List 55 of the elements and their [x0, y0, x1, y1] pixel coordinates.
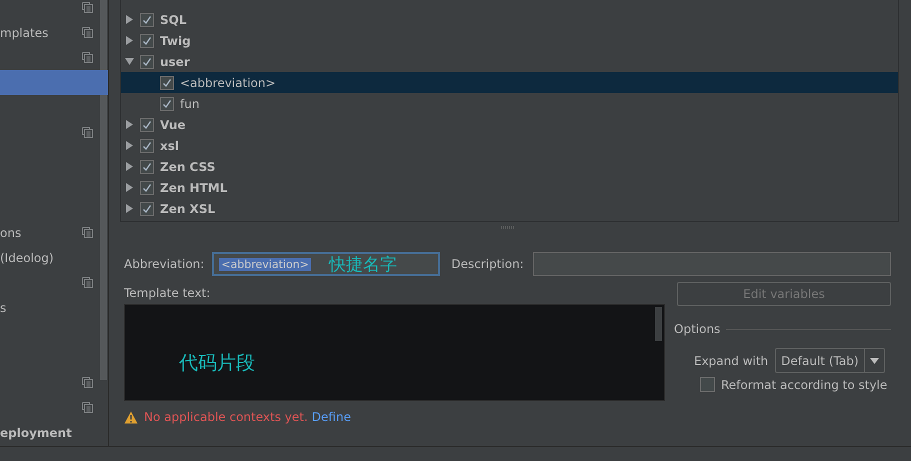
selected-row[interactable]: <abbreviation>: [121, 72, 898, 93]
expand-arrow-icon[interactable]: [125, 183, 134, 192]
checkbox[interactable]: [160, 76, 174, 90]
splitter-handle-icon[interactable]: [500, 226, 514, 228]
group-label[interactable]: SQL: [160, 12, 186, 26]
checkbox[interactable]: [140, 160, 154, 174]
description-label: Description:: [451, 257, 524, 271]
checkbox[interactable]: [140, 118, 154, 132]
expand-with-label: Expand with: [694, 354, 768, 368]
selected-text: <abbreviation>: [219, 258, 311, 270]
checkbox[interactable]: [160, 96, 174, 110]
checkbox[interactable]: [700, 377, 715, 392]
sidebar-item[interactable]: (Ideolog): [0, 250, 54, 264]
sidebar-item[interactable]: mplates: [0, 26, 48, 40]
warning-message: No applicable contexts yet.: [144, 410, 308, 424]
annotation-text: 代码片段: [179, 350, 255, 376]
description-field[interactable]: [532, 252, 891, 276]
checkbox[interactable]: [140, 202, 154, 216]
sidebar-item[interactable]: eployment: [0, 426, 72, 440]
checkbox[interactable]: [140, 54, 154, 68]
reformat-label[interactable]: Reformat according to style: [721, 378, 888, 392]
checkbox[interactable]: [140, 12, 154, 26]
expand-arrow-icon[interactable]: [125, 141, 134, 150]
template-editor[interactable]: 代码片段: [124, 304, 665, 401]
group-label[interactable]: xsl: [160, 138, 179, 152]
scrollbar-thumb[interactable]: [100, 0, 107, 380]
expand-arrow-icon[interactable]: [125, 204, 134, 213]
warning-icon: [124, 410, 138, 424]
group-label[interactable]: Zen HTML: [160, 180, 228, 194]
sidebar-item[interactable]: ons: [0, 226, 22, 240]
collapse-arrow-icon[interactable]: [125, 57, 134, 66]
expand-arrow-icon[interactable]: [125, 15, 134, 24]
abbreviation-label: Abbreviation:: [124, 257, 204, 271]
expand-with-dropdown[interactable]: Default (Tab): [775, 348, 884, 373]
define-link[interactable]: Define: [312, 410, 351, 424]
group-label[interactable]: Zen CSS: [160, 160, 216, 174]
template-label[interactable]: fun: [180, 96, 200, 110]
sidebar-item[interactable]: s: [0, 300, 6, 314]
expand-arrow-icon[interactable]: [125, 120, 134, 129]
abbreviation-field[interactable]: <abbreviation> 快捷名字: [212, 252, 440, 276]
checkbox[interactable]: [140, 138, 154, 152]
scrollbar-thumb[interactable]: [655, 307, 662, 341]
template-text-label: Template text:: [124, 286, 212, 300]
dropdown-arrow-icon: [870, 358, 878, 364]
group-label[interactable]: Twig: [160, 34, 191, 48]
checkbox[interactable]: [140, 180, 154, 194]
expand-arrow-icon[interactable]: [125, 162, 134, 171]
group-label[interactable]: Vue: [160, 118, 186, 132]
group-label[interactable]: Zen XSL: [160, 202, 216, 216]
checkbox[interactable]: [140, 34, 154, 48]
template-label[interactable]: <abbreviation>: [180, 76, 276, 90]
group-label[interactable]: user: [160, 54, 190, 68]
options-heading: Options: [674, 322, 720, 336]
expand-arrow-icon[interactable]: [125, 36, 134, 45]
annotation-text: 快捷名字: [328, 254, 397, 276]
